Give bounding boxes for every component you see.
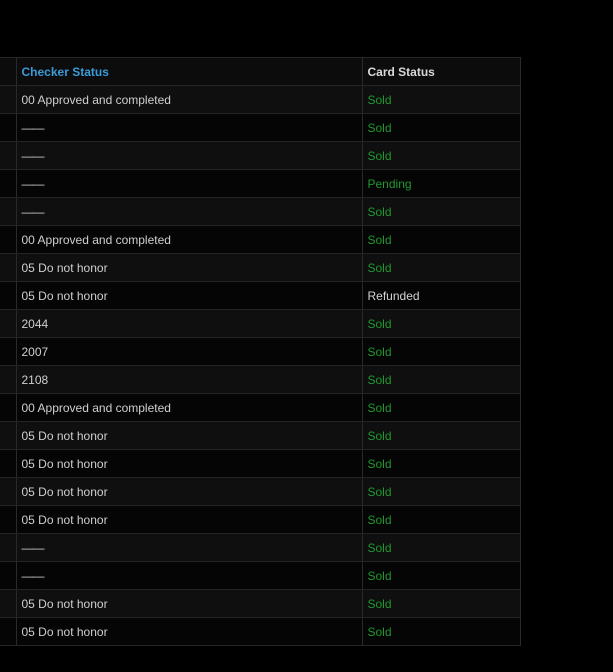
row-edge-cell [0,505,17,534]
checker-status-cell: 00 Approved and completed [16,85,363,114]
card-status-cell: Sold [362,449,521,478]
row-edge-cell [0,421,17,450]
card-status-cell: Pending [362,169,521,198]
table-row: 00 Approved and completed Sold [0,393,521,422]
table-row: —— Sold [0,113,521,142]
row-edge-cell [0,169,17,198]
table-row: —— Pending [0,169,521,198]
checker-status-cell: —— [16,533,363,562]
checker-status-cell: 00 Approved and completed [16,393,363,422]
row-edge-cell [0,309,17,338]
table-row: —— Sold [0,533,521,562]
column-header-previous [0,57,17,86]
table-row: 05 Do not honor Sold [0,253,521,282]
table-row: 05 Do not honor Sold [0,421,521,450]
card-status-cell: Sold [362,85,521,114]
checker-status-cell: —— [16,561,363,590]
cards-table: Checker Status Card Status 00 Approved a… [0,57,521,646]
checker-status-cell: —— [16,197,363,226]
row-edge-cell [0,141,17,170]
card-status-cell: Sold [362,393,521,422]
card-status-cell: Sold [362,225,521,254]
table-header-row: Checker Status Card Status [0,57,521,86]
table-row: 2007 Sold [0,337,521,366]
card-status-cell: Sold [362,589,521,618]
row-edge-cell [0,617,17,646]
row-edge-cell [0,449,17,478]
column-header-checker-status[interactable]: Checker Status [16,57,363,86]
checker-status-cell: 2108 [16,365,363,394]
checker-status-cell: 05 Do not honor [16,253,363,282]
row-edge-cell [0,113,17,142]
checker-status-cell: —— [16,113,363,142]
table-row: 00 Approved and completed Sold [0,85,521,114]
table-row: 05 Do not honor Sold [0,617,521,646]
row-edge-cell [0,337,17,366]
card-status-cell: Sold [362,477,521,506]
card-status-cell: Sold [362,421,521,450]
row-edge-cell [0,225,17,254]
checker-status-cell: 05 Do not honor [16,477,363,506]
checker-status-cell: 05 Do not honor [16,449,363,478]
row-edge-cell [0,281,17,310]
checker-status-cell: 05 Do not honor [16,617,363,646]
checker-status-cell: 05 Do not honor [16,505,363,534]
card-status-cell: Sold [362,141,521,170]
card-status-cell: Sold [362,309,521,338]
row-edge-cell [0,85,17,114]
row-edge-cell [0,197,17,226]
cards-table-container: Checker Status Card Status 00 Approved a… [0,57,521,646]
row-edge-cell [0,365,17,394]
checker-status-cell: —— [16,169,363,198]
checker-status-cell: 05 Do not honor [16,421,363,450]
table-row: —— Sold [0,197,521,226]
checker-status-cell: 05 Do not honor [16,281,363,310]
row-edge-cell [0,477,17,506]
card-status-cell: Sold [362,617,521,646]
checker-status-cell: —— [16,141,363,170]
card-status-cell: Sold [362,113,521,142]
checker-status-cell: 2044 [16,309,363,338]
card-status-cell: Refunded [362,281,521,310]
table-row: 05 Do not honor Refunded [0,281,521,310]
row-edge-cell [0,589,17,618]
table-row: 05 Do not honor Sold [0,477,521,506]
table-row: 05 Do not honor Sold [0,589,521,618]
card-status-cell: Sold [362,533,521,562]
card-status-cell: Sold [362,505,521,534]
table-row: —— Sold [0,141,521,170]
row-edge-cell [0,533,17,562]
checker-status-cell: 2007 [16,337,363,366]
table-row: 05 Do not honor Sold [0,449,521,478]
card-status-cell: Sold [362,197,521,226]
checker-status-cell: 05 Do not honor [16,589,363,618]
row-edge-cell [0,561,17,590]
table-row: 2108 Sold [0,365,521,394]
checker-status-cell: 00 Approved and completed [16,225,363,254]
card-status-cell: Sold [362,337,521,366]
table-row: 05 Do not honor Sold [0,505,521,534]
column-header-card-status: Card Status [362,57,521,86]
card-status-cell: Sold [362,365,521,394]
table-row: 00 Approved and completed Sold [0,225,521,254]
table-row: 2044 Sold [0,309,521,338]
table-row: —— Sold [0,561,521,590]
table-body: 00 Approved and completed Sold —— Sold —— Sol… [0,85,521,646]
card-status-cell: Sold [362,253,521,282]
row-edge-cell [0,253,17,282]
row-edge-cell [0,393,17,422]
card-status-cell: Sold [362,561,521,590]
